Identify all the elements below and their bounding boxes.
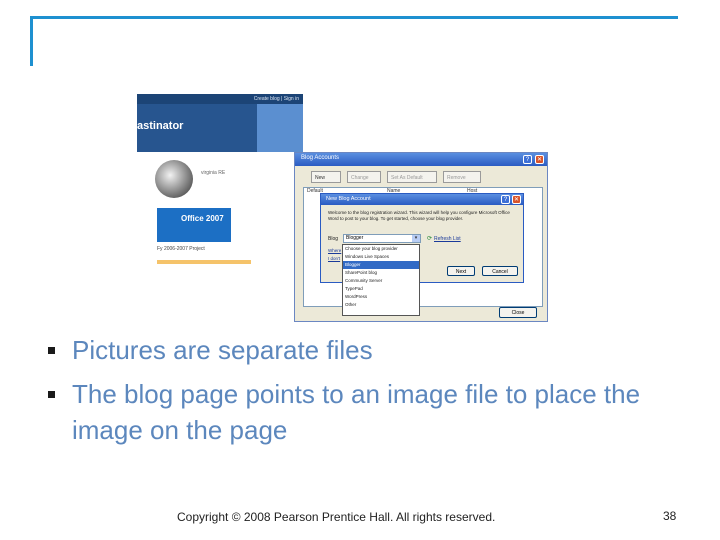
- copyright-footer: Copyright © 2008 Pearson Prentice Hall. …: [177, 510, 496, 524]
- blog-post-bar: [157, 260, 251, 264]
- watch-image: [155, 160, 193, 198]
- change-button[interactable]: Change: [347, 171, 381, 183]
- dropdown-option[interactable]: Choose your blog provider: [343, 245, 419, 253]
- blog-accounts-title: Blog Accounts: [301, 155, 340, 161]
- dropdown-option-selected[interactable]: Blogger: [343, 261, 419, 269]
- new-blog-title: New Blog Account: [326, 196, 371, 202]
- blog-top-links[interactable]: Create blog | Sign in: [137, 94, 303, 104]
- watch-caption: virginia RE: [201, 170, 226, 176]
- bullet-marker: [48, 391, 55, 398]
- set-default-button[interactable]: Set As Default: [387, 171, 437, 183]
- cancel-button[interactable]: Cancel: [482, 266, 518, 276]
- help-icon[interactable]: ?: [501, 195, 510, 204]
- refresh-list-link[interactable]: Refresh List: [434, 236, 461, 242]
- dropdown-option[interactable]: WordPress: [343, 293, 419, 301]
- close-icon[interactable]: ✕: [512, 195, 521, 204]
- blog-title: astinator: [137, 120, 184, 132]
- office-label: Office 2007: [181, 214, 224, 223]
- left-accent-line: [30, 16, 33, 66]
- next-button[interactable]: Next: [447, 266, 475, 276]
- blog-provider-select[interactable]: Blogger: [343, 234, 421, 243]
- bullet-text: Pictures are separate files: [72, 335, 373, 365]
- dropdown-option[interactable]: SharePoint blog: [343, 269, 419, 277]
- bullet-text: The blog page points to an image file to…: [72, 379, 641, 445]
- help-link-dont[interactable]: I don't: [328, 256, 340, 261]
- blog-provider-dropdown[interactable]: Choose your blog provider Windows Live S…: [342, 244, 420, 316]
- new-button[interactable]: New: [311, 171, 341, 183]
- dropdown-option[interactable]: Other: [343, 301, 419, 309]
- close-button[interactable]: Close: [499, 307, 537, 318]
- top-accent-line: [30, 16, 678, 19]
- page-number: 38: [663, 509, 677, 523]
- chevron-down-icon[interactable]: ▾: [412, 235, 420, 242]
- help-button[interactable]: ?: [523, 155, 532, 164]
- blog-page-screenshot: Create blog | Sign in astinator virginia…: [137, 94, 303, 264]
- blog-label: Blog: [328, 236, 339, 242]
- refresh-icon[interactable]: ⟳: [427, 235, 432, 242]
- help-link-where[interactable]: Where: [328, 248, 341, 253]
- dropdown-option[interactable]: TypePad: [343, 285, 419, 293]
- remove-button[interactable]: Remove: [443, 171, 481, 183]
- blog-sidebar: [257, 104, 303, 152]
- dropdown-option[interactable]: Community Server: [343, 277, 419, 285]
- close-icon[interactable]: ✕: [535, 155, 544, 164]
- dropdown-option[interactable]: Windows Live Spaces: [343, 253, 419, 261]
- bullet-marker: [48, 347, 55, 354]
- blog-caption: Fy 2006-2007 Project: [157, 246, 205, 252]
- wizard-description: Welcome to the blog registration wizard.…: [328, 210, 510, 221]
